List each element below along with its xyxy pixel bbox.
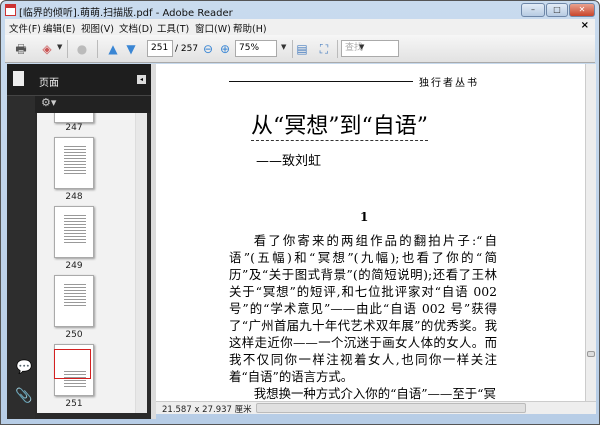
page-size: 21.587 x 27.937 厘米 <box>162 405 252 415</box>
thumbnail-249[interactable] <box>54 206 94 258</box>
search-input[interactable]: 查找 <box>341 40 399 57</box>
toolbar: 🖶 ◈ ▼ ● ▲ ▼ 251 / 257 ⊖ ⊕ 75% ▼ ▤ ⛶ 查找 <box>5 35 595 63</box>
thumbnail-label: 249 <box>65 261 83 271</box>
menu-window[interactable]: 窗口(W) <box>195 21 231 35</box>
minimize-button[interactable]: – <box>521 3 545 17</box>
thumbnail-list: 247 248 249 250 251 <box>37 113 147 413</box>
previous-page-icon[interactable]: ▲ <box>105 41 121 57</box>
window-title: [临界的倾听].萌萌.扫描版.pdf - Adobe Reader <box>19 8 233 19</box>
toolbar-separator <box>292 40 293 58</box>
fit-page-icon[interactable]: ⛶ <box>317 41 331 57</box>
close-button[interactable]: ✕ <box>569 3 595 17</box>
thumbnail-251[interactable] <box>54 344 94 396</box>
panel-options[interactable]: ⚙▾ <box>35 96 151 113</box>
print-icon[interactable]: 🖶 <box>13 41 29 57</box>
zoom-in-icon[interactable]: ⊕ <box>219 41 231 57</box>
toolbar-separator <box>67 40 68 58</box>
close-document-icon[interactable]: × <box>581 20 589 31</box>
zoom-select[interactable]: 75% <box>235 40 277 57</box>
menu-view[interactable]: 视图(V) <box>81 21 114 35</box>
app-window: [临界的倾听].萌萌.扫描版.pdf - Adobe Reader – □ ✕ … <box>0 0 600 425</box>
scroll-thumb[interactable] <box>587 351 595 357</box>
collaborate-icon[interactable]: ◈ <box>39 41 55 57</box>
page-number-input[interactable]: 251 <box>147 40 173 57</box>
comment-icon[interactable]: ● <box>73 41 91 57</box>
document-horizontal-scrollbar[interactable] <box>256 403 526 413</box>
header-rule <box>229 81 413 82</box>
menu-document[interactable]: 文档(D) <box>119 21 153 35</box>
series-name: 独行者丛书 <box>419 78 479 89</box>
gear-icon[interactable]: ⚙▾ <box>41 96 56 109</box>
pdf-app-icon <box>5 4 16 16</box>
article-subtitle: ——致刘虹 <box>256 154 322 169</box>
toolbar-separator <box>337 40 338 58</box>
thumbnail-250[interactable] <box>54 275 94 327</box>
thumbnail-248[interactable] <box>54 137 94 189</box>
pages-panel-title: 页面 <box>39 78 59 89</box>
status-bar: 21.587 x 27.937 厘米 <box>156 401 596 415</box>
collapse-panel-icon[interactable]: ◂ <box>137 75 146 84</box>
navigation-rail: 💬 📎 <box>7 64 35 419</box>
search-dropdown-icon[interactable]: ▼ <box>359 43 364 51</box>
body-next-line: 我想换一种方式介入你的“自语”——至于“冥 <box>253 386 496 401</box>
thumbnail-label: 247 <box>65 123 83 133</box>
thumbnail-scrollbar[interactable] <box>135 113 147 413</box>
maximize-button[interactable]: □ <box>546 3 568 17</box>
toolbar-separator <box>97 40 98 58</box>
collaborate-dropdown-icon[interactable]: ▼ <box>57 43 62 51</box>
zoom-dropdown-icon[interactable]: ▼ <box>281 43 286 51</box>
next-page-icon[interactable]: ▼ <box>123 41 139 57</box>
pages-icon[interactable] <box>13 71 24 86</box>
comments-icon[interactable]: 💬 <box>16 360 32 375</box>
visible-area-marker[interactable] <box>54 349 91 379</box>
thumbnail-247[interactable] <box>54 113 94 123</box>
attachments-icon[interactable]: 📎 <box>15 388 32 404</box>
document-vertical-scrollbar[interactable] <box>585 64 596 401</box>
menu-help[interactable]: 帮助(H) <box>233 21 267 35</box>
title-bar: [临界的倾听].萌萌.扫描版.pdf - Adobe Reader – □ ✕ <box>1 1 599 19</box>
menu-tools[interactable]: 工具(T) <box>157 21 189 35</box>
thumbnail-label: 251 <box>65 399 83 409</box>
section-number: 1 <box>360 210 369 224</box>
page-total: / 257 <box>175 44 199 54</box>
menu-file[interactable]: 文件(F) <box>9 21 41 35</box>
fit-width-icon[interactable]: ▤ <box>295 41 309 57</box>
pages-panel-header: 页面 ◂ <box>7 64 151 96</box>
article-title: 从“冥想”到“自语” <box>251 114 428 141</box>
zoom-out-icon[interactable]: ⊖ <box>202 41 214 57</box>
menu-edit[interactable]: 编辑(E) <box>43 21 75 35</box>
body-paragraph: 看了你寄来的两组作品的翻拍片子:“自语”(五幅)和“冥想”(九幅);也看了你的“… <box>229 233 497 384</box>
body-text: 看了你寄来的两组作品的翻拍片子:“自语”(五幅)和“冥想”(九幅);也看了你的“… <box>229 232 497 401</box>
menu-bar: 文件(F) 编辑(E) 视图(V) 文档(D) 工具(T) 窗口(W) 帮助(H… <box>5 19 595 35</box>
thumbnail-label: 248 <box>65 192 83 202</box>
thumbnail-label: 250 <box>65 330 83 340</box>
document-view: 独行者丛书 从“冥想”到“自语” ——致刘虹 1 看了你寄来的两组作品的翻拍片子… <box>156 64 585 401</box>
